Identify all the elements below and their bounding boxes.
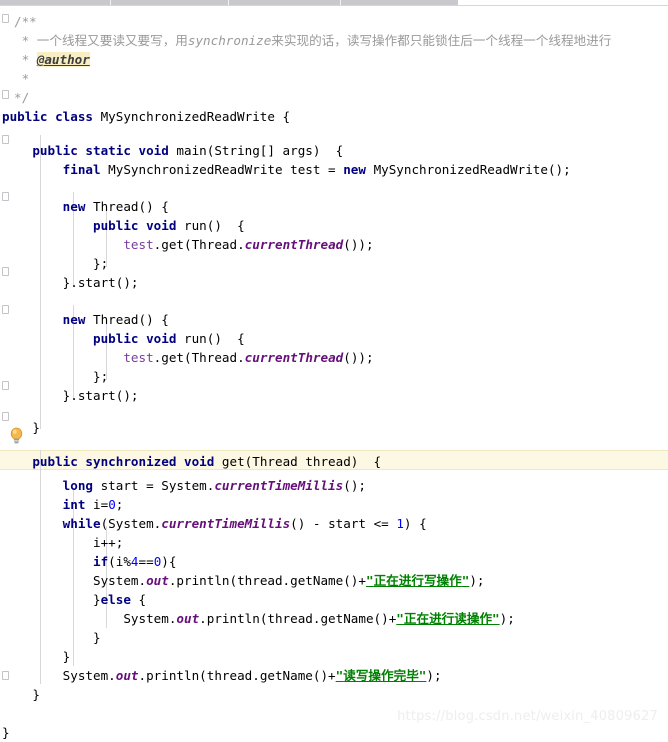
code-line: */ — [14, 88, 668, 107]
code-line: * 一个线程又要读又要写，用synchronize来实现的话，读写操作都只能锁住… — [14, 33, 612, 48]
javadoc-close: */ — [14, 90, 30, 105]
code-line: } — [62, 649, 71, 664]
string-writing: 正在进行写操作 — [373, 573, 462, 588]
editor-tab-strip[interactable] — [0, 0, 668, 7]
string-done: 读写操作完毕 — [343, 668, 419, 683]
code-line: long start = System.currentTimeMillis(); — [62, 478, 366, 493]
code-line: } — [93, 630, 101, 645]
code-editor[interactable]: /** * 一个线程又要读又要写，用synchronize来实现的话，读写操作都… — [0, 7, 668, 740]
code-line: }; — [93, 369, 109, 384]
code-line: i++; — [93, 535, 124, 550]
code-content[interactable]: /** * 一个线程又要读又要写，用synchronize来实现的话，读写操作都… — [0, 7, 668, 740]
code-line: }.start(); — [62, 388, 139, 403]
javadoc-desc-head: 一个线程又要读又要写，用 — [36, 33, 188, 48]
code-line-class-close: } — [2, 725, 10, 740]
code-line: if(i%4==0){ — [93, 554, 177, 569]
code-line: public void run() { — [93, 218, 245, 233]
code-line: int i=0; — [62, 497, 124, 512]
code-line: test.get(Thread.currentThread()); — [123, 350, 374, 365]
code-line: System.out.println(thread.getName()+"正在进… — [93, 573, 485, 588]
javadoc-open: /** — [14, 14, 37, 29]
class-name: MySynchronizedReadWrite — [100, 109, 275, 124]
code-line: }.start(); — [62, 275, 139, 290]
code-line: }else { — [93, 592, 147, 607]
code-line: * — [14, 71, 30, 86]
code-line: final MySynchronizedReadWrite test = new… — [62, 162, 571, 177]
code-line: public void run() { — [93, 331, 245, 346]
code-line: /** — [14, 12, 668, 31]
code-line-current: public synchronized void get(Thread thre… — [32, 454, 382, 469]
code-line: * @author — [14, 52, 90, 67]
string-reading: 正在进行读操作 — [403, 611, 493, 626]
code-line-class-decl: public class MySynchronizedReadWrite { — [2, 109, 291, 124]
code-line: System.out.println(thread.getName()+"正在进… — [123, 611, 515, 626]
code-line: new Thread() { — [62, 312, 169, 327]
watermark: https://blog.csdn.net/weixin_40809627 — [397, 709, 658, 724]
code-line: new Thread() { — [62, 199, 169, 214]
code-line: } — [32, 687, 40, 702]
code-line: test.get(Thread.currentThread()); — [123, 237, 374, 252]
javadoc-author-tag: @author — [36, 52, 90, 67]
code-line: while(System.currentTimeMillis() - start… — [62, 516, 427, 531]
code-line: }; — [93, 256, 109, 271]
code-line: public static void main(String[] args) { — [32, 143, 344, 158]
code-line: System.out.println(thread.getName()+"读写操… — [62, 668, 442, 683]
javadoc-desc-italic: synchronize — [187, 33, 272, 48]
tab-strip-underline — [0, 5, 668, 6]
code-line: } — [32, 420, 40, 435]
javadoc-desc-tail: 来实现的话，读写操作都只能锁住后一个线程一个线程地进行 — [271, 33, 612, 48]
